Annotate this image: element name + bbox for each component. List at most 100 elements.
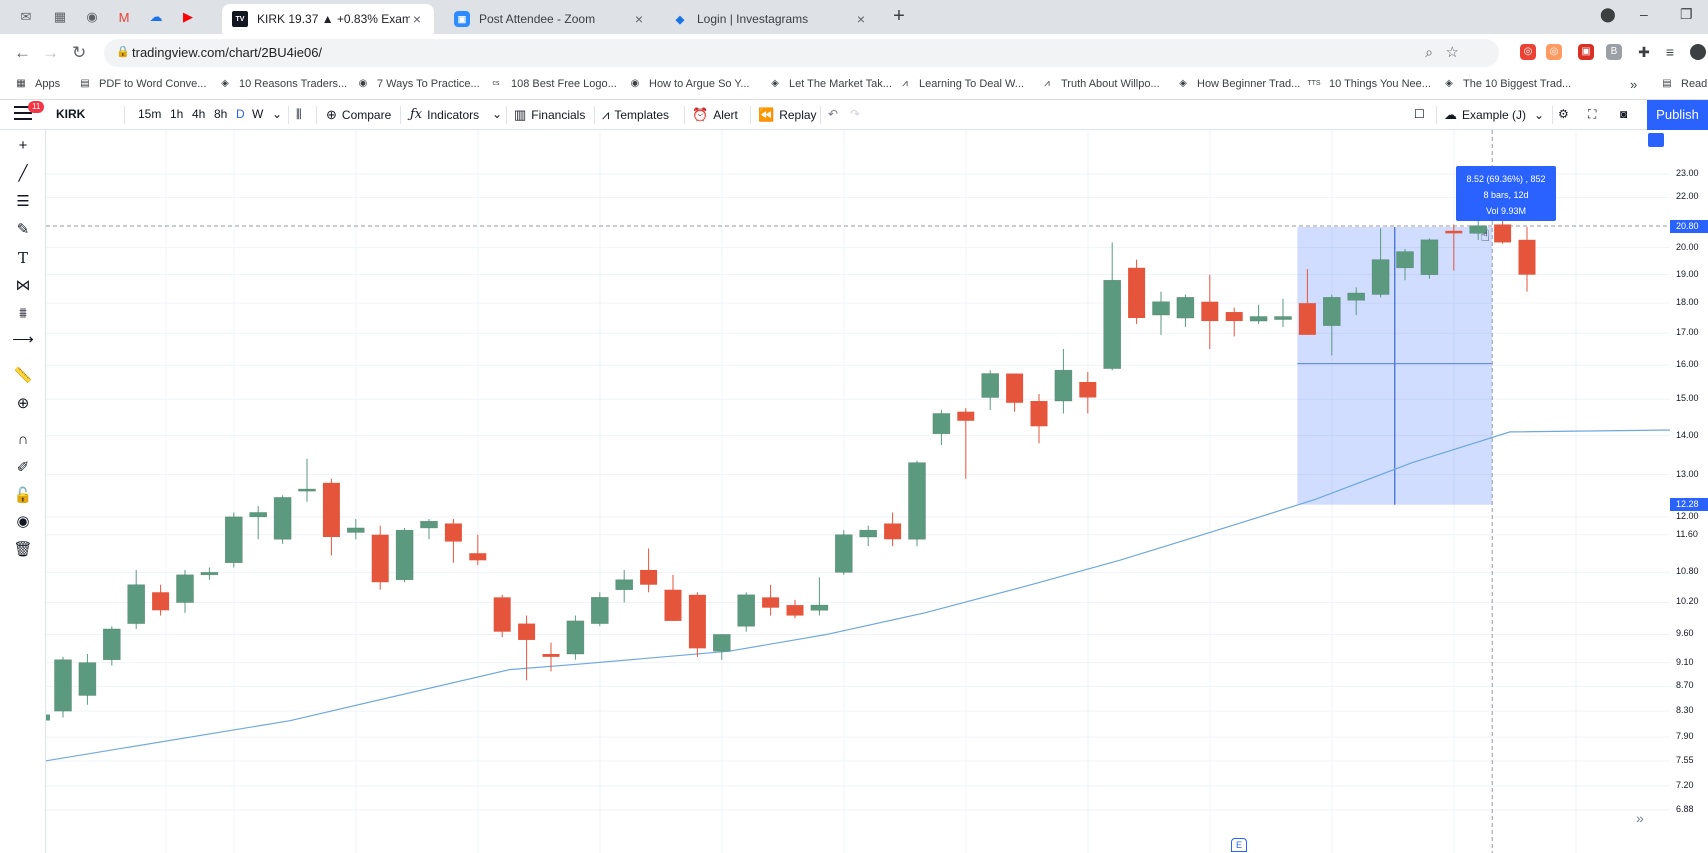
candle[interactable] — [908, 460, 926, 547]
bookmark-item[interactable]: ⩘ Truth About Willpo... — [1040, 77, 1159, 91]
candle[interactable] — [1225, 307, 1243, 337]
publish-button[interactable]: Publish — [1647, 100, 1708, 130]
earnings-marker-icon[interactable]: E — [1231, 838, 1247, 852]
alert-marker-icon[interactable] — [1648, 133, 1664, 147]
candle[interactable] — [420, 519, 438, 540]
layout-selector[interactable]: ☁ Example (J) ⌄ — [1444, 107, 1544, 123]
forward-icon[interactable]: → — [42, 43, 59, 63]
bookmark-item[interactable]: ⩘ Learning To Deal W... — [898, 77, 1024, 91]
candle[interactable] — [932, 409, 951, 446]
replay-button[interactable]: ⏪ Replay — [758, 107, 817, 123]
compare-button[interactable]: ⊕ Compare — [326, 107, 391, 123]
candle[interactable] — [640, 548, 658, 593]
arrow-icon[interactable]: ⟶ — [12, 330, 34, 350]
templates-button[interactable]: ⩘ Templates — [602, 107, 669, 123]
candle[interactable] — [1176, 294, 1195, 328]
candle[interactable] — [1103, 242, 1121, 371]
candle[interactable] — [859, 525, 878, 547]
candle[interactable] — [493, 594, 511, 638]
candle[interactable] — [78, 654, 97, 705]
candle[interactable] — [737, 592, 756, 632]
mail-icon[interactable]: ✉ — [12, 5, 40, 29]
candle[interactable] — [127, 569, 145, 629]
extension-icon[interactable]: B — [1606, 44, 1622, 60]
ruler-icon[interactable]: 📏 — [12, 366, 34, 386]
interval-dropdown-icon[interactable]: ⌄ — [272, 107, 282, 121]
bookmark-item[interactable]: ▦ Apps — [14, 77, 60, 91]
extension-icon[interactable]: ◎ — [1520, 44, 1536, 60]
gmail-icon[interactable]: M — [110, 5, 138, 29]
candle[interactable] — [762, 584, 780, 616]
candle[interactable] — [884, 512, 902, 547]
extensions-puzzle-icon[interactable]: ✚ — [1636, 44, 1652, 60]
extension-icon[interactable]: ◎ — [1546, 44, 1562, 60]
candle[interactable] — [615, 569, 634, 603]
candle[interactable] — [54, 656, 72, 718]
interval-8h[interactable]: 8h — [214, 107, 227, 121]
stay-in-drawing-icon[interactable]: ✐ — [12, 458, 34, 478]
interval-15m[interactable]: 15m — [138, 107, 161, 121]
bookmark-item[interactable]: ◈ The 10 Biggest Trad... — [1442, 77, 1571, 91]
candle[interactable] — [395, 527, 414, 583]
candle[interactable] — [152, 584, 170, 616]
reload-icon[interactable]: ↻ — [72, 43, 86, 63]
media-control-icon[interactable]: ≡ — [1662, 44, 1678, 60]
candle[interactable] — [1152, 291, 1170, 335]
fullscreen-icon[interactable]: ⛶ — [1588, 107, 1596, 122]
chart-canvas[interactable]: ☝ — [46, 130, 1670, 853]
indicators-dropdown-icon[interactable]: ⌄ — [492, 107, 502, 121]
bookmark-item[interactable]: ▤ PDF to Word Conve... — [78, 77, 206, 91]
bookmark-item[interactable]: cs 108 Best Free Logo... — [488, 77, 617, 91]
candle[interactable] — [298, 458, 316, 502]
close-tab-icon[interactable]: × — [854, 11, 868, 27]
zoom-icon[interactable]: ⌕ — [1425, 44, 1433, 61]
bookmark-item[interactable]: ◈ 10 Reasons Traders... — [218, 77, 347, 91]
trend-line-icon[interactable]: ╱ — [12, 164, 34, 184]
trash-icon[interactable]: 🗑 — [12, 540, 34, 560]
interval-d[interactable]: D — [236, 107, 245, 121]
restore-icon[interactable]: ❐ — [1680, 6, 1693, 23]
more-bookmarks-icon[interactable]: » — [1630, 77, 1637, 92]
bookmark-item[interactable]: ◉ 7 Ways To Practice... — [356, 77, 480, 91]
price-chart[interactable]: ☝ — [46, 130, 1670, 853]
prediction-icon[interactable]: ⩩ — [12, 304, 34, 324]
bookmark-item[interactable]: ◈ How Beginner Trad... — [1176, 77, 1300, 91]
candle[interactable] — [664, 574, 682, 621]
fullscreen-layout-icon[interactable]: ☐ — [1414, 107, 1425, 121]
candle[interactable] — [225, 512, 243, 568]
candle[interactable] — [273, 495, 292, 544]
candle[interactable] — [712, 634, 731, 660]
candle[interactable] — [688, 592, 706, 657]
candle[interactable] — [1420, 238, 1439, 279]
bookmark-item[interactable]: ◈ Let The Market Tak... — [768, 77, 892, 91]
extension-icon[interactable]: ▣ — [1578, 44, 1594, 60]
candle[interactable] — [834, 530, 853, 575]
close-tab-icon[interactable]: × — [632, 11, 646, 27]
magnet-icon[interactable]: ∩ — [12, 430, 34, 450]
candle[interactable] — [371, 525, 389, 590]
interval-4h[interactable]: 4h — [192, 107, 205, 121]
candle[interactable] — [346, 519, 365, 540]
price-axis[interactable]: 23.00 22.00 20.00 19.00 18.00 17.00 16.00 15.00… — [1670, 130, 1708, 853]
candle[interactable] — [322, 478, 340, 556]
back-icon[interactable]: ← — [14, 43, 31, 63]
zoom-in-icon[interactable]: ⊕ — [12, 394, 34, 414]
new-tab-icon[interactable]: + — [888, 6, 910, 28]
text-icon[interactable]: T — [12, 248, 34, 268]
scroll-to-realtime-icon[interactable]: » — [1636, 810, 1644, 826]
candle[interactable] — [1201, 274, 1219, 350]
candle[interactable] — [1518, 226, 1536, 292]
close-tab-icon[interactable]: × — [410, 11, 424, 27]
candle[interactable] — [200, 567, 219, 580]
eye-icon[interactable]: ◉ — [12, 512, 34, 532]
bookmark-star-icon[interactable]: ☆ — [1446, 43, 1459, 61]
candle[interactable] — [518, 615, 536, 681]
candle[interactable] — [1249, 304, 1268, 325]
candle[interactable] — [957, 408, 975, 479]
candle[interactable] — [176, 569, 194, 613]
tab-tradingview[interactable]: TV KIRK 19.37 ▲ +0.83% Example (J) × — [222, 4, 434, 34]
symbol-search[interactable]: KIRK — [56, 107, 85, 121]
reading-list[interactable]: ▤ Readi — [1660, 77, 1708, 91]
indicators-button[interactable]: ƒx Indicators — [410, 107, 479, 122]
lock-icon[interactable]: 🔓 — [12, 486, 34, 506]
